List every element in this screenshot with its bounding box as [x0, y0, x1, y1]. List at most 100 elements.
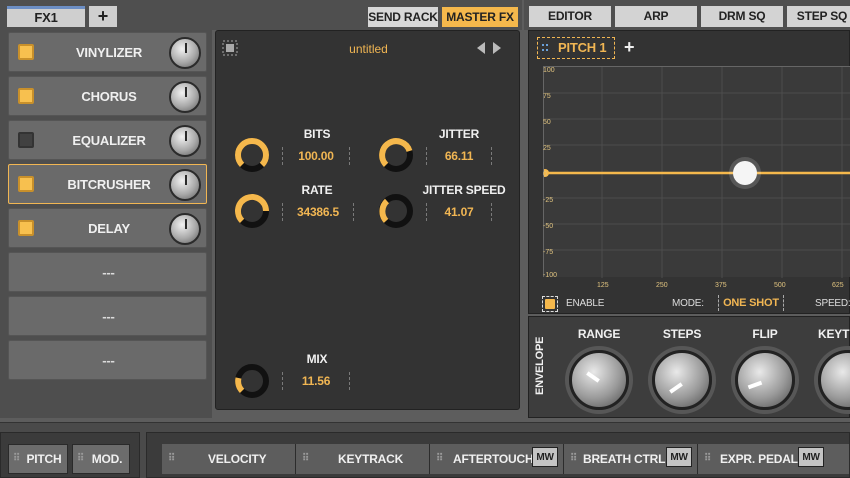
tab-fx1[interactable]: FX1 [7, 6, 85, 27]
fx-slot-label: DELAY [88, 221, 130, 236]
mw-button-aftertouch[interactable]: MW [532, 447, 558, 467]
speed-label: SPEED: [815, 298, 850, 309]
fx-slot-label: EQUALIZER [72, 133, 146, 148]
preset-nav-arrows-icon[interactable] [476, 41, 502, 55]
jitter-label: JITTER [438, 127, 480, 141]
x-tick: 625 [832, 282, 844, 289]
y-tick: 75 [543, 93, 551, 100]
steps-label: STEPS [662, 327, 702, 341]
fx-editor-panel: untitled BITS 100.00 JITTER 66.11 RATE 3… [215, 30, 520, 410]
fx-enable-toggle[interactable] [18, 220, 34, 236]
mod-source-label: EXPR. PEDAL [720, 452, 798, 466]
mode-label: MODE: [672, 298, 704, 309]
mode-select[interactable]: ONE SHOT [718, 295, 784, 311]
rate-value[interactable]: 34386.5 [282, 203, 354, 221]
range-knob[interactable] [569, 350, 629, 410]
fx-slot-delay[interactable]: DELAY [8, 208, 207, 248]
y-tick: -75 [543, 249, 554, 256]
fx-slot-chorus[interactable]: CHORUS [8, 76, 207, 116]
grip-icon [541, 41, 553, 53]
fx-slot-label: BITCRUSHER [67, 177, 151, 192]
pitch-tab-button[interactable]: ⠿ PITCH [8, 444, 68, 474]
bits-knob[interactable] [234, 137, 270, 173]
mod-source-velocity[interactable]: ⠿ VELOCITY [162, 444, 296, 474]
fx-slot-label: --- [102, 309, 115, 324]
mod-tab-label: MOD. [91, 452, 123, 466]
grip-icon: ⠿ [168, 453, 176, 464]
jitter-speed-knob[interactable] [378, 193, 414, 229]
mix-knob[interactable] [234, 363, 270, 399]
y-tick: 25 [543, 145, 551, 152]
module-tab-bar: EDITOR ARP DRM SQ STEP SQ [524, 0, 850, 30]
mod-source-expr-pedal[interactable]: ⠿ EXPR. PEDAL [698, 444, 850, 474]
fx-slot-label: --- [102, 265, 115, 280]
mod-source-label: BREATH CTRL. [583, 452, 669, 466]
grip-icon: ⠿ [704, 453, 712, 464]
send-rack-button[interactable]: SEND RACK [368, 7, 438, 27]
range-label: RANGE [577, 327, 621, 341]
jitter-knob[interactable] [378, 137, 414, 173]
y-tick: -25 [543, 197, 554, 204]
fx-level-knob[interactable] [169, 169, 201, 201]
jitter-value[interactable]: 66.11 [426, 147, 492, 165]
mw-button-breath[interactable]: MW [666, 447, 692, 467]
fx-slot-equalizer[interactable]: EQUALIZER [8, 120, 207, 160]
fx-slot-vinylizer[interactable]: VINYLIZER [8, 32, 207, 72]
mod-graph[interactable] [541, 66, 850, 278]
enable-checkbox[interactable] [542, 296, 558, 312]
tab-editor[interactable]: EDITOR [529, 6, 611, 27]
y-tick: -100 [543, 272, 558, 279]
steps-knob[interactable] [652, 350, 712, 410]
flip-knob[interactable] [735, 350, 795, 410]
enable-label: ENABLE [566, 298, 605, 309]
x-tick: 375 [715, 282, 727, 289]
fx-enable-toggle[interactable] [18, 176, 34, 192]
fx-slot-bitcrusher[interactable]: BITCRUSHER [8, 164, 207, 204]
flip-label: FLIP [752, 327, 778, 341]
grip-icon: ⠿ [13, 453, 21, 464]
x-tick: 500 [774, 282, 786, 289]
mod-source-label: KEYTRACK [338, 452, 404, 466]
fx-slot-empty[interactable]: --- [8, 340, 207, 380]
envelope-title: ENVELOPE [534, 336, 546, 395]
fx-slot-empty[interactable]: --- [8, 252, 207, 292]
mix-value[interactable]: 11.56 [282, 372, 350, 390]
fx-slot-label: VINYLIZER [75, 45, 143, 60]
fx-level-knob[interactable] [169, 125, 201, 157]
fx-slot-label: CHORUS [81, 89, 137, 104]
x-tick: 125 [597, 282, 609, 289]
grip-icon: ⠿ [570, 453, 578, 464]
fx-level-knob[interactable] [169, 213, 201, 245]
tab-drm-sq[interactable]: DRM SQ [701, 6, 783, 27]
master-fx-button[interactable]: MASTER FX [442, 7, 518, 27]
grip-icon: ⠿ [436, 453, 444, 464]
y-tick: 100 [543, 67, 555, 74]
fx-level-knob[interactable] [169, 37, 201, 69]
keytrack-label: KEYTR [818, 327, 850, 341]
x-tick: 250 [656, 282, 668, 289]
fx-enable-toggle[interactable] [18, 44, 34, 60]
pitch-tab-label: PITCH [26, 452, 62, 466]
bits-value[interactable]: 100.00 [282, 147, 350, 165]
jitter-speed-value[interactable]: 41.07 [426, 203, 492, 221]
tab-arp[interactable]: ARP [615, 6, 697, 27]
fx-enable-toggle[interactable] [18, 132, 34, 148]
tab-step-sq[interactable]: STEP SQ [787, 6, 850, 27]
mod-source-label: VELOCITY [208, 452, 267, 466]
grip-icon: ⠿ [302, 453, 310, 464]
fx-enable-toggle[interactable] [18, 88, 34, 104]
rate-label: RATE [301, 183, 333, 197]
y-tick: -50 [543, 223, 554, 230]
mod-graph-grid [541, 67, 850, 278]
fx-level-knob[interactable] [169, 81, 201, 113]
add-mod-tab-button[interactable]: + [624, 37, 635, 58]
rate-knob[interactable] [234, 193, 270, 229]
add-fx-tab-button[interactable]: + [89, 6, 117, 27]
bits-label: BITS [303, 127, 331, 141]
mod-tab-button[interactable]: ⠿ MOD. [72, 444, 130, 474]
fx-slot-empty[interactable]: --- [8, 296, 207, 336]
preset-name[interactable]: untitled [226, 42, 511, 56]
mod-source-keytrack[interactable]: ⠿ KEYTRACK [296, 444, 430, 474]
mw-button-expr-pedal[interactable]: MW [798, 447, 824, 467]
fx-slot-label: --- [102, 353, 115, 368]
